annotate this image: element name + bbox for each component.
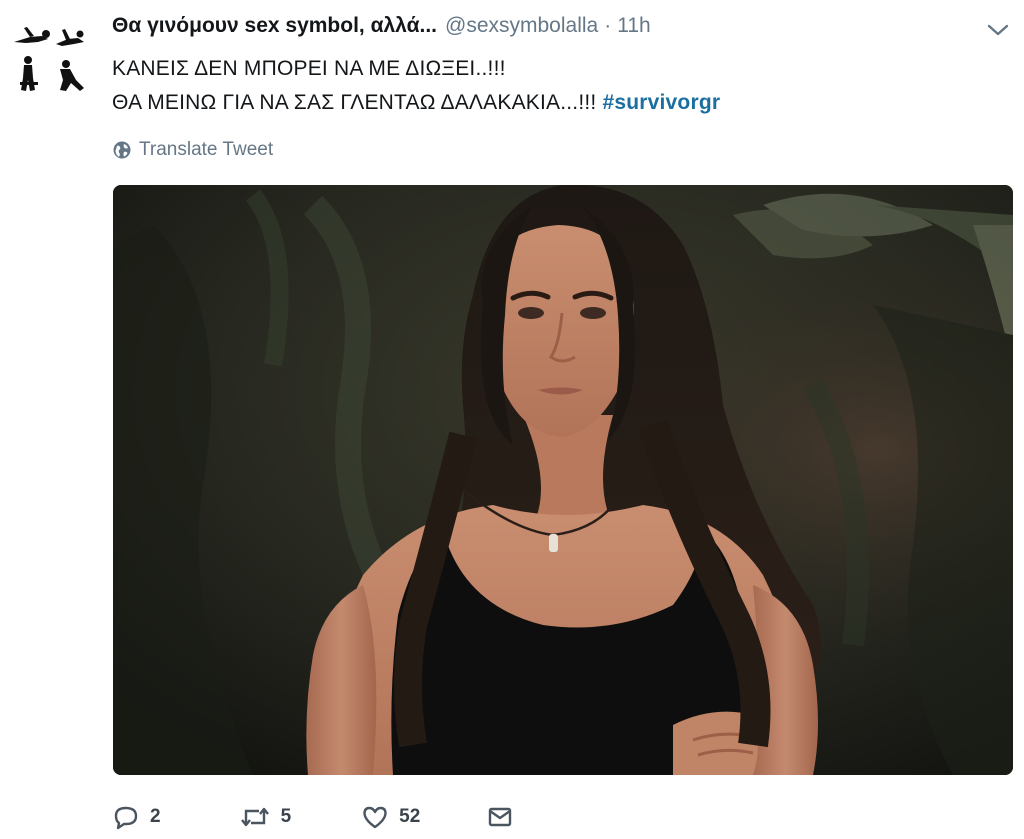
hashtag-link[interactable]: #survivorgr: [602, 91, 720, 114]
tweet-text-line-2: ΘΑ ΜΕΙΝΩ ΓΙΑ ΝΑ ΣΑΣ ΓΛΕΝΤΑΩ ΔΑΛΑΚΑΚΙΑ...…: [112, 86, 720, 120]
envelope-icon: [489, 807, 512, 827]
retweet-button[interactable]: 5: [239, 804, 292, 830]
reply-button[interactable]: 2: [112, 804, 161, 830]
tweet-text: ΚΑΝΕΙΣ ΔΕΝ ΜΠΟΡΕΙ ΝΑ ΜΕ ΔΙΩΞΕΙ..!!! ΘΑ Μ…: [112, 52, 720, 120]
tweet-header: Θα γινόμουν sex symbol, αλλά... @sexsymb…: [112, 14, 651, 44]
reply-icon: [114, 806, 138, 830]
tweet-photo[interactable]: [113, 185, 1013, 775]
retweet-icon: [240, 807, 269, 827]
tweet: Θα γινόμουν sex symbol, αλλά... @sexsymb…: [0, 0, 1024, 839]
direct-message-button[interactable]: [486, 804, 524, 830]
photo-image: [113, 185, 1013, 775]
globe-icon: [113, 141, 131, 159]
reply-count: 2: [150, 806, 161, 827]
like-button[interactable]: 52: [361, 804, 420, 830]
display-name[interactable]: Θα γινόμουν sex symbol, αλλά...: [112, 14, 437, 38]
like-count: 52: [399, 806, 421, 827]
heart-icon: [363, 806, 387, 829]
retweet-count: 5: [280, 806, 292, 827]
header-separator: ·: [604, 14, 612, 37]
chevron-down-icon[interactable]: [986, 20, 1010, 40]
tweet-text-line-2-body: ΘΑ ΜΕΙΝΩ ΓΙΑ ΝΑ ΣΑΣ ΓΛΕΝΤΑΩ ΔΑΛΑΚΑΚΙΑ...…: [112, 91, 603, 114]
translate-tweet-link[interactable]: Translate Tweet: [112, 138, 273, 162]
avatar[interactable]: [8, 12, 92, 96]
translate-label: Translate Tweet: [139, 139, 274, 160]
tweet-text-line-1: ΚΑΝΕΙΣ ΔΕΝ ΜΠΟΡΕΙ ΝΑ ΜΕ ΔΙΩΞΕΙ..!!!: [112, 57, 506, 80]
tweet-actions: 2 5 52: [112, 800, 524, 834]
user-handle[interactable]: @sexsymbolalla: [445, 14, 598, 38]
tweet-timestamp[interactable]: 11h: [617, 14, 650, 38]
